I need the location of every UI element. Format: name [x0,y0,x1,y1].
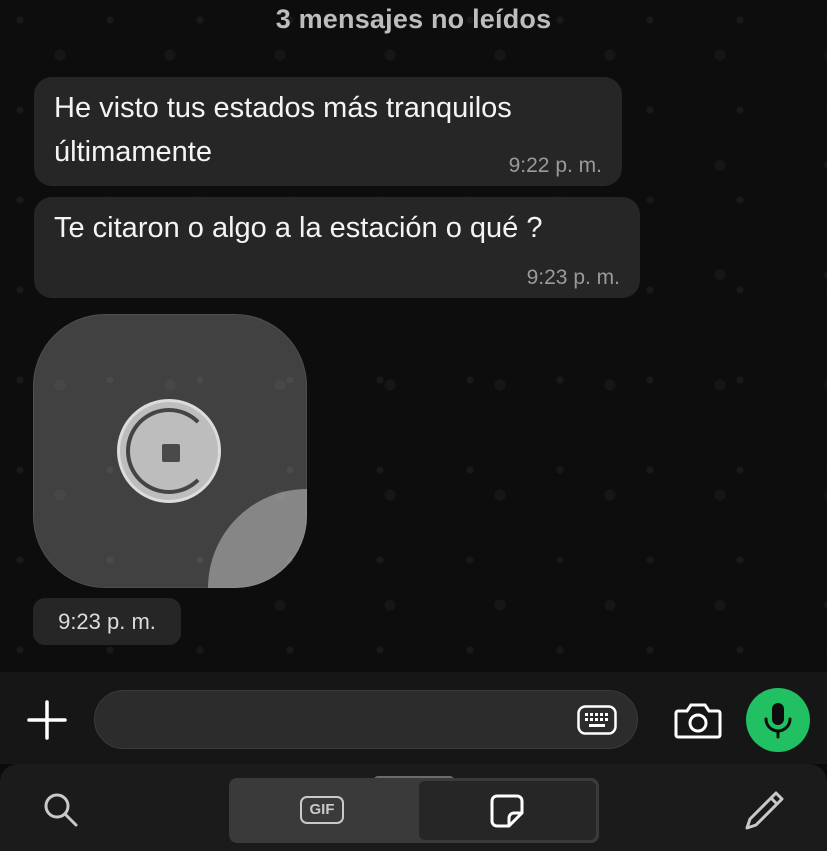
sticker-time: 9:23 p. m. [33,598,181,645]
sticker-icon [490,794,524,828]
message-bubble[interactable]: Te citaron o algo a la estación o qué ? … [34,197,640,298]
keyboard-icon[interactable] [577,705,617,735]
plus-icon[interactable] [25,698,69,742]
mic-icon [764,703,792,739]
search-icon[interactable] [43,792,79,828]
pencil-icon[interactable] [742,789,786,833]
unread-banner: 3 mensajes no leídos [275,4,552,34]
message-input[interactable] [94,690,638,749]
tab-stickers[interactable] [419,781,596,840]
gif-icon: GIF [300,796,344,824]
stop-icon [162,444,180,462]
camera-icon[interactable] [674,700,722,740]
stop-button[interactable] [117,399,221,503]
media-tab-switcher: GIF [229,778,599,843]
message-time: 9:22 p. m. [508,154,602,177]
mic-button[interactable] [746,688,810,752]
message-time: 9:23 p. m. [526,266,620,289]
tab-gif[interactable]: GIF [229,778,417,843]
message-text: Te citaron o algo a la estación o qué ? [54,212,543,244]
message-text: He visto tus estados más tranquilos [54,92,512,124]
message-bubble[interactable]: He visto tus estados más tranquilos últi… [34,77,622,186]
